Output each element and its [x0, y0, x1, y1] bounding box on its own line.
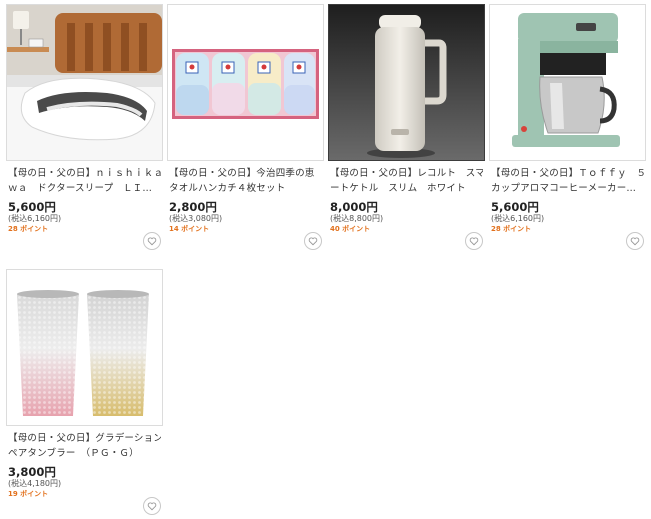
product-grid: 【母の日・父の日】ｎｉｓｈｉｋａ ｗａ ドクタースリープ ＬＩＧ… 5,600円… — [0, 0, 651, 519]
pillow-image — [7, 5, 162, 160]
product-title[interactable]: 【母の日・父の日】ｎｉｓｈｉｋａ ｗａ ドクタースリープ ＬＩＧ… — [8, 166, 161, 196]
product-image-kettle[interactable] — [328, 4, 485, 161]
product-title-line2[interactable]: カップアロマコーヒーメーカーペ… — [491, 181, 644, 196]
product-title[interactable]: 【母の日・父の日】レコルト スマ ートケトル スリム ホワイト — [330, 166, 483, 196]
kettle-image — [329, 5, 484, 160]
product-points: 19 ポイント — [8, 490, 49, 498]
product-card[interactable]: 【母の日・父の日】グラデーション ペアタンブラー （ＰＧ・Ｇ） 3,800円 (… — [6, 269, 163, 519]
towel-handkerchief-set-image — [168, 5, 323, 160]
product-image-coffee-maker[interactable] — [489, 4, 646, 161]
product-price-tax-included: (税込6,160円) — [8, 214, 62, 223]
product-title-line2[interactable]: タオルハンカチ４枚セット — [169, 181, 322, 196]
product-title[interactable]: 【母の日・父の日】今治四季の恵 タオルハンカチ４枚セット — [169, 166, 322, 196]
product-points: 14 ポイント — [169, 225, 210, 233]
product-title-line2[interactable]: ペアタンブラー （ＰＧ・Ｇ） — [8, 446, 161, 461]
product-price-tax-included: (税込6,160円) — [491, 214, 545, 223]
product-price-tax-included: (税込4,180円) — [8, 479, 62, 488]
favorite-button[interactable] — [143, 232, 161, 250]
heart-icon — [147, 502, 157, 511]
product-title-line1[interactable]: 【母の日・父の日】今治四季の恵 — [169, 168, 315, 179]
product-card[interactable]: 【母の日・父の日】今治四季の恵 タオルハンカチ４枚セット 2,800円 (税込3… — [167, 4, 324, 254]
product-title-line2[interactable]: ｗａ ドクタースリープ ＬＩＧ… — [8, 181, 161, 196]
product-card[interactable]: 【母の日・父の日】ｎｉｓｈｉｋａ ｗａ ドクタースリープ ＬＩＧ… 5,600円… — [6, 4, 163, 254]
product-points: 28 ポイント — [8, 225, 49, 233]
product-image-tumbler[interactable] — [6, 269, 163, 426]
product-price-tax-included: (税込3,080円) — [169, 214, 223, 223]
favorite-button[interactable] — [143, 497, 161, 515]
coffee-maker-image — [490, 5, 645, 160]
heart-icon — [308, 237, 318, 246]
favorite-button[interactable] — [626, 232, 644, 250]
heart-icon — [147, 237, 157, 246]
product-title-line1[interactable]: 【母の日・父の日】ｎｉｓｈｉｋａ — [8, 168, 161, 179]
product-points: 28 ポイント — [491, 225, 532, 233]
favorite-button[interactable] — [465, 232, 483, 250]
product-title-line1[interactable]: 【母の日・父の日】Ｔｏｆｆｙ ５ — [491, 168, 644, 179]
heart-icon — [469, 237, 479, 246]
product-title[interactable]: 【母の日・父の日】Ｔｏｆｆｙ ５ カップアロマコーヒーメーカーペ… — [491, 166, 644, 196]
product-title-line1[interactable]: 【母の日・父の日】グラデーション — [8, 433, 161, 444]
heart-icon — [630, 237, 640, 246]
product-image-towel[interactable] — [167, 4, 324, 161]
product-points: 40 ポイント — [330, 225, 371, 233]
product-card[interactable]: 【母の日・父の日】Ｔｏｆｆｙ ５ カップアロマコーヒーメーカーペ… 5,600円… — [489, 4, 646, 254]
product-image-pillow[interactable] — [6, 4, 163, 161]
favorite-button[interactable] — [304, 232, 322, 250]
product-title-line1[interactable]: 【母の日・父の日】レコルト スマ — [330, 168, 483, 179]
tumbler-pair-image — [7, 270, 162, 425]
product-title-line2[interactable]: ートケトル スリム ホワイト — [330, 181, 483, 196]
product-card[interactable]: 【母の日・父の日】レコルト スマ ートケトル スリム ホワイト 8,000円 (… — [328, 4, 485, 254]
product-price-tax-included: (税込8,800円) — [330, 214, 384, 223]
product-title[interactable]: 【母の日・父の日】グラデーション ペアタンブラー （ＰＧ・Ｇ） — [8, 431, 161, 461]
